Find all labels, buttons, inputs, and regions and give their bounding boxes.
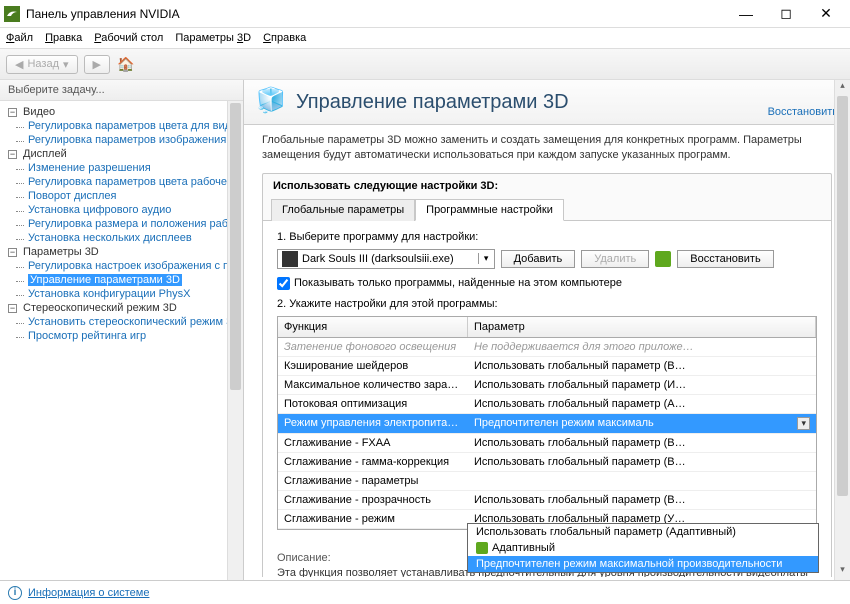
grid-row[interactable]: Режим управления электропитаниемПредпочт… [278,414,816,434]
grid-row[interactable]: Затенение фонового освещенияНе поддержив… [278,338,816,357]
tree-group-3d[interactable]: −Параметры 3D [0,245,243,259]
settings-grid: Функция Параметр Затенение фонового осве… [277,316,817,530]
main-scrollbar[interactable]: ▴ ▾ [834,80,850,580]
tree-item[interactable]: Изменение разрешения [0,161,243,175]
dropdown-arrow-icon: ▾ [478,253,494,264]
menu-file[interactable]: Файл [6,32,33,44]
dropdown-option[interactable]: Использовать глобальный параметр (Адапти… [468,524,818,540]
forward-button[interactable]: ▶ [84,55,110,74]
restore-button[interactable]: Восстановить [677,250,773,268]
tree-item[interactable]: Регулировка настроек изображения с пр [0,259,243,273]
tree-group-display[interactable]: −Дисплей [0,147,243,161]
show-only-found-checkbox[interactable]: Показывать только программы, найденные н… [277,277,817,290]
tree-item[interactable]: Установка нескольких дисплеев [0,231,243,245]
tree-item[interactable]: Поворот дисплея [0,189,243,203]
page-icon: 🧊 [256,86,288,118]
scroll-down-icon[interactable]: ▾ [835,564,850,580]
remove-button[interactable]: Удалить [581,250,649,268]
grid-row[interactable]: Сглаживание - FXAAИспользовать глобальны… [278,434,816,453]
collapse-icon: − [8,150,17,159]
maximize-button[interactable]: ◻ [766,0,806,28]
step1-label: 1. Выберите программу для настройки: [277,231,817,243]
checkbox-input[interactable] [277,277,290,290]
add-button[interactable]: Добавить [501,250,576,268]
power-mode-dropdown: Использовать глобальный параметр (Адапти… [467,523,819,573]
info-icon: i [8,586,22,600]
tree-item[interactable]: Установка конфигурации PhysX [0,287,243,301]
group-header: Использовать следующие настройки 3D: [263,174,831,198]
dropdown-arrow-icon[interactable]: ▾ [797,417,810,430]
window-title: Панель управления NVIDIA [26,7,726,21]
program-icon [282,251,298,267]
dropdown-option[interactable]: Адаптивный [468,540,818,556]
scroll-up-icon[interactable]: ▴ [835,80,850,96]
nvidia-logo-icon [655,251,671,267]
dropdown-arrow-icon: ▾ [63,58,69,71]
collapse-icon: − [8,248,17,257]
page-title: Управление параметрами 3D [296,91,768,114]
tab-program[interactable]: Программные настройки [415,199,564,221]
sidebar-scrollbar[interactable] [227,101,243,580]
forward-arrow-icon: ▶ [93,58,101,71]
tree-item[interactable]: Установка цифрового аудио [0,203,243,217]
dropdown-option-selected[interactable]: Предпочтителен режим максимальной произв… [468,556,818,572]
tree-group-video[interactable]: −Видео [0,105,243,119]
tree-item[interactable]: Регулировка параметров изображения д [0,133,243,147]
collapse-icon: − [8,108,17,117]
step2-label: 2. Укажите настройки для этой программы: [277,298,817,310]
menu-help[interactable]: Справка [263,32,306,44]
menu-edit[interactable]: Правка [45,32,82,44]
grid-row[interactable]: Сглаживание - гамма-коррекцияИспользоват… [278,453,816,472]
home-button[interactable]: 🏠 [116,54,136,74]
grid-row[interactable]: Сглаживание - параметры [278,472,816,491]
page-description: Глобальные параметры 3D можно заменить и… [262,133,832,163]
tree-item[interactable]: Просмотр рейтинга игр [0,329,243,343]
menu-desktop[interactable]: Рабочий стол [94,32,163,44]
scrollbar-thumb[interactable] [230,103,241,390]
nvidia-app-icon [4,6,20,22]
grid-row[interactable]: Потоковая оптимизацияИспользовать глобал… [278,395,816,414]
task-tree: −Видео Регулировка параметров цвета для … [0,101,243,580]
collapse-icon: − [8,304,17,313]
back-arrow-icon: ◀ [15,58,23,71]
tree-item[interactable]: Установить стереоскопический режим 3 [0,315,243,329]
restore-defaults-link[interactable]: Восстановить [768,106,838,118]
col-parameter[interactable]: Параметр [468,317,816,337]
tree-group-stereo[interactable]: −Стереоскопический режим 3D [0,301,243,315]
grid-row[interactable]: Кэширование шейдеровИспользовать глобаль… [278,357,816,376]
program-select[interactable]: Dark Souls III (darksoulsiii.exe) ▾ [277,249,495,269]
tree-item-manage-3d[interactable]: Управление параметрами 3D [0,273,243,287]
col-function[interactable]: Функция [278,317,468,337]
tab-global[interactable]: Глобальные параметры [271,199,415,221]
grid-row[interactable]: Сглаживание - прозрачностьИспользовать г… [278,491,816,510]
tree-item[interactable]: Регулировка параметров цвета для вид [0,119,243,133]
sidebar-header: Выберите задачу... [0,80,243,101]
menu-3d[interactable]: Параметры 3D [175,32,251,44]
system-info-link[interactable]: Информация о системе [28,587,149,599]
tree-item[interactable]: Регулировка размера и положения рабо [0,217,243,231]
minimize-button[interactable]: — [726,0,766,28]
scrollbar-thumb[interactable] [837,96,848,496]
tree-item[interactable]: Регулировка параметров цвета рабочег [0,175,243,189]
close-button[interactable]: ✕ [806,0,846,28]
back-button[interactable]: ◀ Назад ▾ [6,55,78,74]
grid-row[interactable]: Максимальное количество заранее под…Испо… [278,376,816,395]
